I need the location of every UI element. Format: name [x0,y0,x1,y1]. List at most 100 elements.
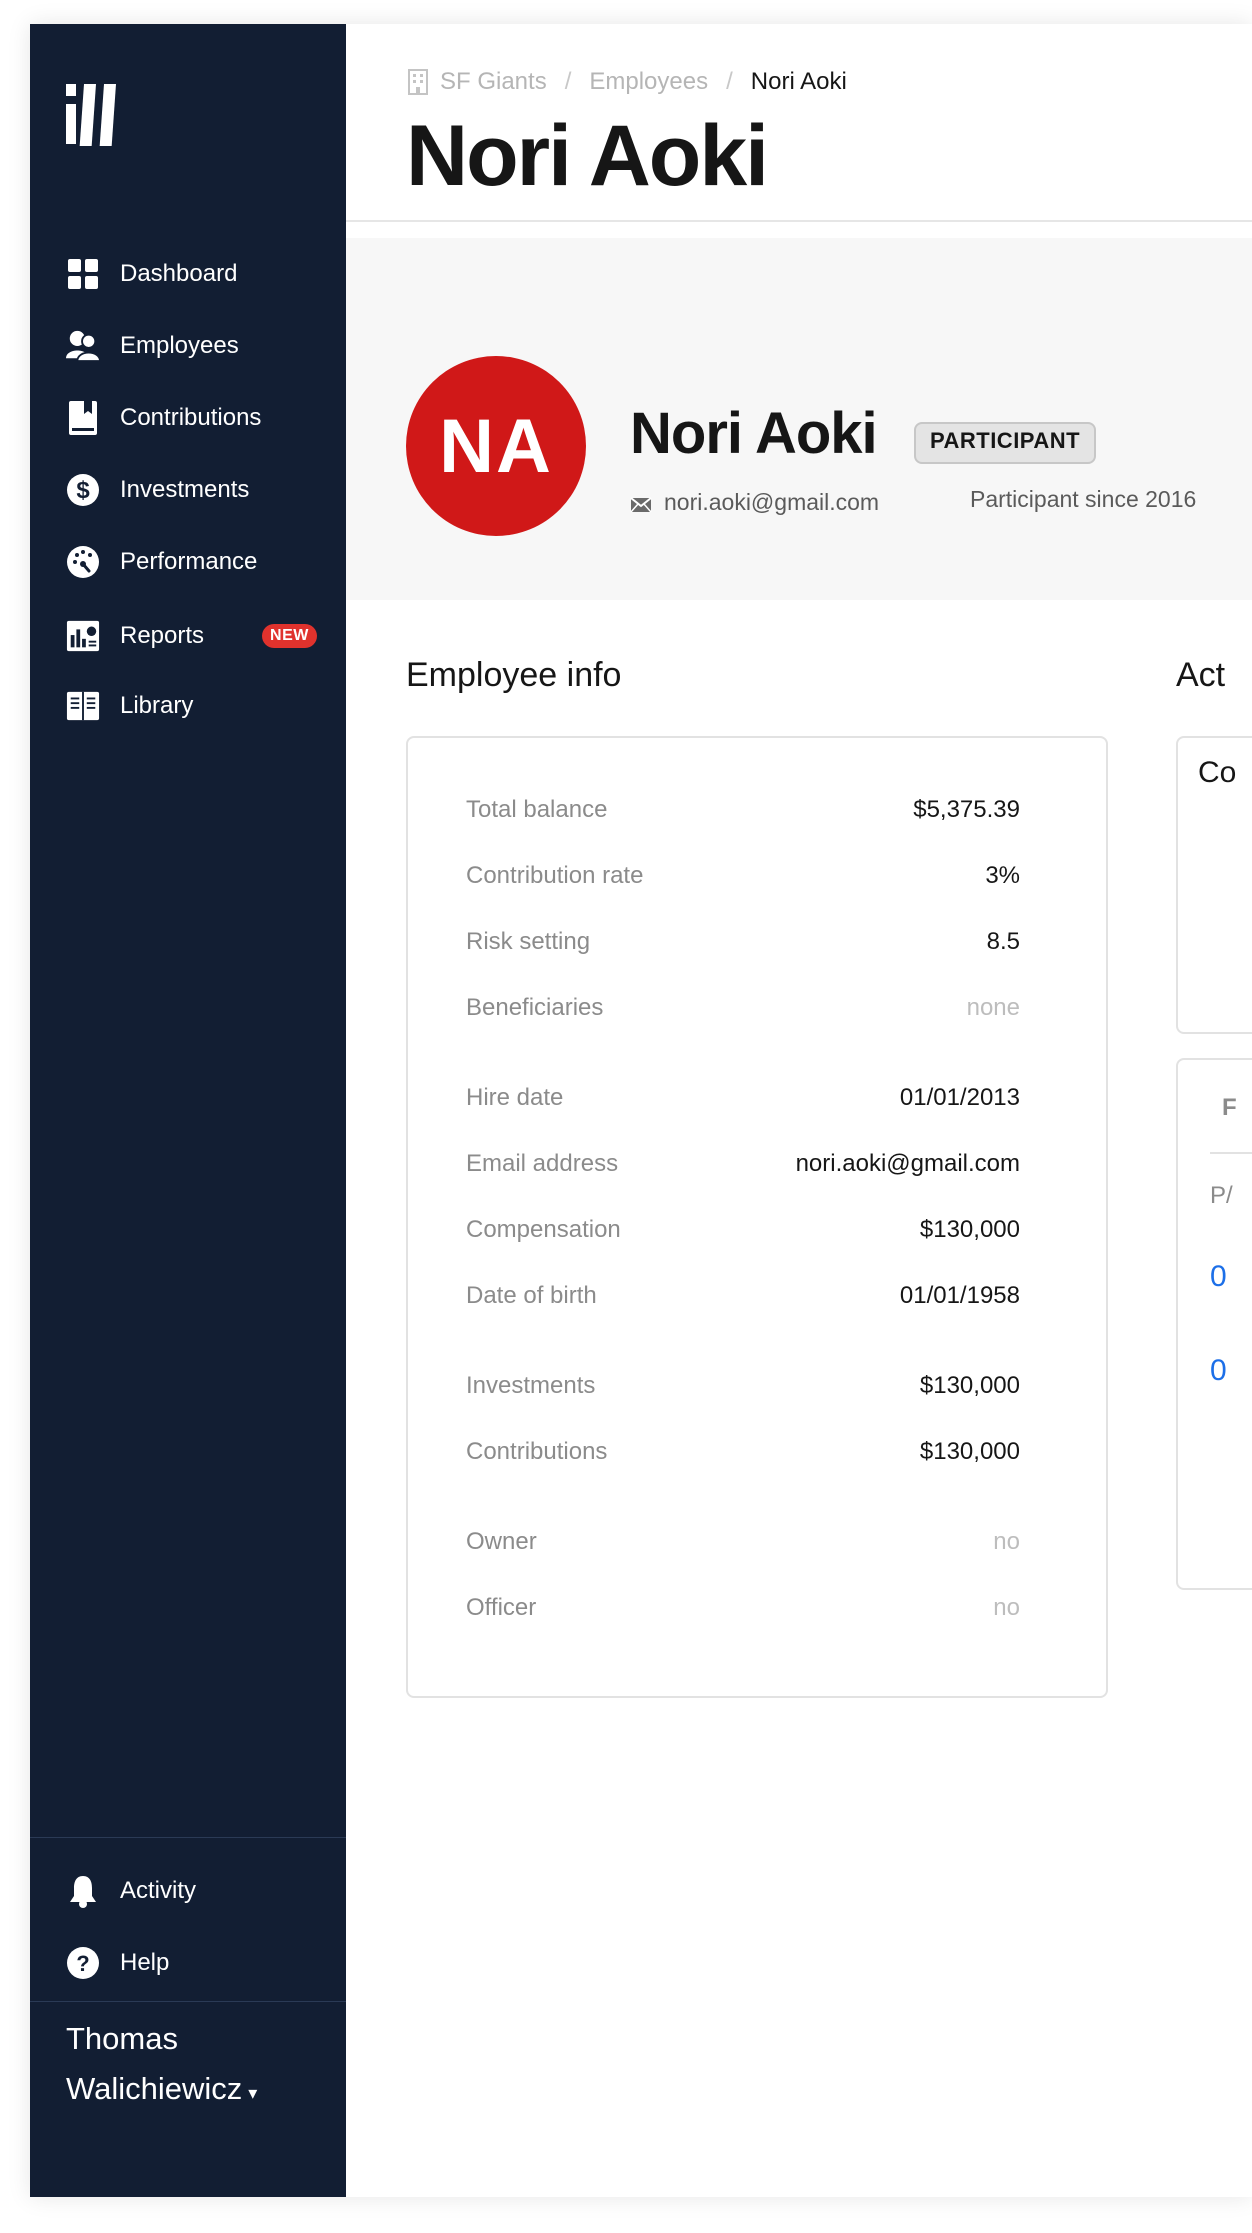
sidebar-item-label: Help [120,1949,170,1976]
sidebar-item-label: Library [120,692,194,719]
svg-text:$: $ [76,477,90,504]
profile-email-link[interactable]: nori.aoki@gmail.com [630,486,879,519]
activity-tab[interactable]: F [1222,1094,1237,1122]
activity-card-title: Co [1198,756,1237,789]
info-row-beneficiaries: Beneficiaries none [466,990,1020,1026]
header-divider [346,220,1252,222]
sidebar-item-performance[interactable]: Performance [66,542,336,582]
activity-card: Co [1176,736,1252,1034]
user-first-name: Thomas [66,2021,178,2056]
brand-logo[interactable] [66,84,116,146]
info-row-compensation: Compensation $130,000 [466,1212,1020,1248]
sidebar-item-label: Contributions [120,404,262,431]
sidebar-divider [30,2001,346,2002]
info-row-officer: Officer no [466,1590,1020,1626]
profile-name: Nori Aoki [630,401,878,466]
breadcrumb: SF Giants / Employees / Nori Aoki [408,64,847,100]
info-label: Hire date [466,1084,564,1111]
sidebar-item-library[interactable]: Library [66,686,336,726]
sidebar-item-investments[interactable]: $ Investments [66,470,336,510]
svg-text:?: ? [76,1951,89,1976]
info-label: Compensation [466,1216,621,1243]
info-value: $5,375.39 [913,796,1020,823]
info-value: nori.aoki@gmail.com [795,1150,1020,1177]
contributions-book-icon [66,401,100,435]
info-label: Contributions [466,1438,608,1465]
avatar: NA [406,356,586,536]
info-row-email-address: Email address nori.aoki@gmail.com [466,1146,1020,1182]
profile-email: nori.aoki@gmail.com [664,489,880,515]
info-row-owner: Owner no [466,1524,1020,1560]
info-value: $130,000 [919,1438,1020,1465]
sidebar-item-label: Dashboard [120,260,238,287]
info-value: $130,000 [919,1216,1020,1243]
participant-since: Participant since 2016 [970,486,1197,512]
info-row-date-of-birth: Date of birth 01/01/1958 [466,1278,1020,1314]
info-value: $130,000 [919,1372,1020,1399]
info-label: Date of birth [466,1282,597,1309]
info-row-contribution-rate: Contribution rate 3% [466,858,1020,894]
caret-down-icon: ▾ [248,2083,258,2103]
sidebar-item-reports[interactable]: Reports NEW [66,616,336,656]
info-value: 8.5 [986,928,1020,955]
help-circle-icon: ? [66,1946,100,1980]
sidebar-item-label: Reports [120,622,205,649]
user-menu[interactable]: Thomas Walichiewicz ▾ [66,2014,326,2118]
gauge-icon [66,545,100,579]
info-label: Total balance [466,796,608,823]
table-header: P/ [1210,1182,1233,1209]
info-row-investments: Investments $130,000 [466,1368,1020,1404]
sidebar-item-label: Investments [120,476,250,503]
info-row-risk-setting: Risk setting 8.5 [466,924,1020,960]
info-label: Contribution rate [466,862,644,889]
info-value: no [993,1528,1020,1555]
page-title: Nori Aoki [406,108,769,204]
breadcrumb-org[interactable]: SF Giants [440,68,547,96]
info-label: Beneficiaries [466,994,604,1021]
info-row-total-balance: Total balance $5,375.39 [466,792,1020,828]
dashboard-grid-icon [66,257,100,291]
info-label: Email address [466,1150,619,1177]
activity-table-card: F P/ 0 0 [1176,1058,1252,1590]
role-badge: PARTICIPANT [914,422,1096,464]
breadcrumb-separator: / [726,68,733,95]
dollar-circle-icon: $ [66,473,100,507]
sidebar-item-dashboard[interactable]: Dashboard [66,254,336,294]
info-value: none [966,994,1020,1021]
info-label: Owner [466,1528,537,1555]
reports-chart-icon [66,619,100,653]
sidebar-item-contributions[interactable]: Contributions [66,398,336,438]
sidebar-item-activity[interactable]: Activity [66,1871,336,1911]
sidebar-item-label: Activity [120,1877,197,1904]
info-label: Officer [466,1594,537,1621]
employee-info-card: Total balance $5,375.39 Contribution rat… [406,736,1108,1698]
bell-icon [66,1874,100,1908]
user-last-name: Walichiewicz [66,2071,243,2106]
info-value: 01/01/1958 [899,1282,1020,1309]
tab-divider [1210,1152,1252,1154]
employee-info-title: Employee info [406,656,622,694]
table-row-link[interactable]: 0 [1210,1354,1227,1388]
new-badge: NEW [262,624,317,648]
info-row-contributions: Contributions $130,000 [466,1434,1020,1470]
breadcrumb-separator: / [564,68,572,95]
sidebar-item-label: Performance [120,548,258,575]
info-row-hire-date: Hire date 01/01/2013 [466,1080,1020,1116]
info-label: Risk setting [466,928,591,955]
sidebar-item-help[interactable]: ? Help [66,1943,336,1983]
sidebar-item-label: Employees [120,332,239,359]
sidebar-item-employees[interactable]: Employees [66,326,336,366]
mail-icon [630,492,652,519]
breadcrumb-employees[interactable]: Employees [589,68,708,96]
app-window: Dashboard Employees Contributions $ Inve… [30,24,1252,2197]
sidebar: Dashboard Employees Contributions $ Inve… [30,24,346,2197]
building-icon [408,69,428,95]
activity-title: Act [1176,656,1226,694]
users-icon [66,329,100,363]
library-book-icon [66,689,100,723]
breadcrumb-current: Nori Aoki [750,68,847,95]
table-row-link[interactable]: 0 [1210,1260,1227,1294]
info-value: 01/01/2013 [899,1084,1020,1111]
info-value: no [993,1594,1020,1621]
info-label: Investments [466,1372,596,1399]
